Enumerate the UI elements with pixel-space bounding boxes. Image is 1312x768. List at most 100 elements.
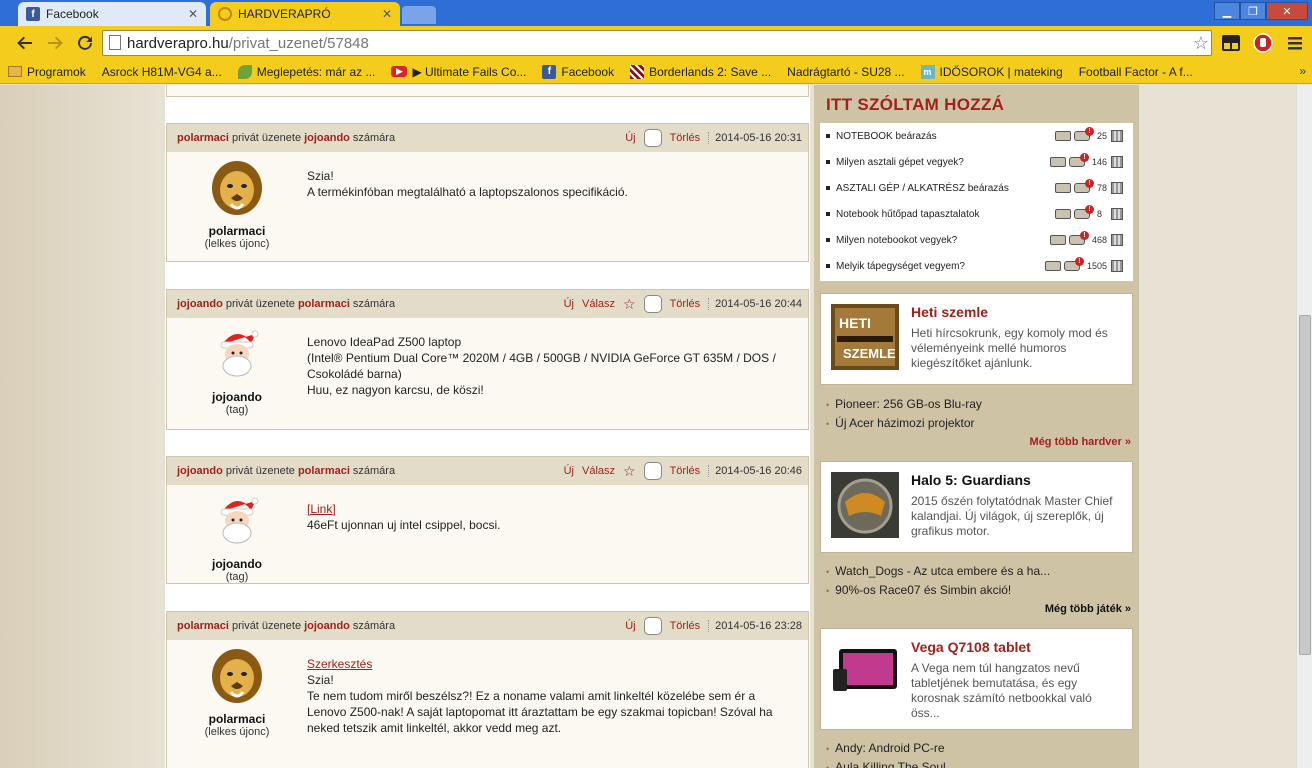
news-link[interactable]: Andy: Android PC-re — [826, 739, 946, 758]
trash-icon[interactable] — [1111, 208, 1123, 220]
sender-link[interactable]: polarmaci — [177, 132, 229, 144]
reply-button[interactable]: Válasz — [582, 465, 615, 477]
bookmark-item[interactable]: Asrock H81M-VG4 a... — [0, 60, 230, 159]
news-link[interactable]: Watch_Dogs - Az utca embere és a ha... — [826, 562, 1050, 581]
bookmark-item[interactable]: Meglepetés: már az ... — [230, 60, 384, 84]
sender-link[interactable]: polarmaci — [177, 620, 229, 632]
delete-button[interactable]: Törlés — [670, 132, 701, 144]
author-name[interactable]: polarmaci — [187, 224, 287, 238]
tab-close-icon[interactable]: ✕ — [382, 7, 392, 21]
news-link[interactable]: Aula Killing The Soul — [826, 758, 946, 768]
review-card[interactable]: Vega Q7108 tablet A Vega nem túl hangzat… — [820, 628, 1133, 730]
bookmarks-overflow-button[interactable]: » — [1299, 64, 1306, 78]
news-link[interactable]: 90%-os Race07 és Simbin akció! — [826, 581, 1050, 600]
bookmark-item[interactable]: f Facebook — [534, 60, 622, 84]
message-date: 2014-05-16 20:31 — [708, 132, 802, 144]
select-checkbox[interactable] — [643, 295, 662, 313]
news-link[interactable]: Új Acer házimozi projektor — [826, 414, 982, 433]
tab-hardverapro[interactable]: HARDVERAPRÓ ✕ — [210, 2, 400, 26]
game-card[interactable]: Halo 5: Guardians 2015 őszén folytatódna… — [820, 461, 1133, 553]
topic-title[interactable]: ASZTALI GÉP / ALKATRÉSZ beárazás — [836, 183, 1055, 194]
topic-title[interactable]: Notebook hűtőpad tapasztalatok — [836, 209, 1055, 220]
card-title[interactable]: Halo 5: Guardians — [911, 472, 1031, 488]
sender-link[interactable]: jojoando — [177, 298, 223, 310]
adblock-icon[interactable] — [1252, 32, 1274, 54]
delete-button[interactable]: Törlés — [670, 298, 701, 310]
forward-icon[interactable] — [44, 32, 66, 54]
trash-icon[interactable] — [1111, 234, 1123, 246]
recipient-link[interactable]: jojoando — [304, 620, 350, 632]
bookmark-item[interactable]: Football Factor - A f... — [0, 60, 1201, 159]
news-link[interactable]: Pioneer: 256 GB-os Blu-ray — [826, 395, 982, 414]
menu-icon[interactable] — [1284, 32, 1306, 54]
text-line: 46eFt ujonnan uj intel csippel, bocsi. — [307, 518, 501, 532]
santa-avatar-icon[interactable] — [211, 493, 263, 553]
topic-item[interactable]: Milyen notebookot vegyek? 468 — [820, 227, 1133, 253]
vertical-scrollbar[interactable] — [1296, 85, 1312, 768]
recipient-link[interactable]: jojoando — [304, 132, 350, 144]
topic-title[interactable]: Melyik tápegységet vegyem? — [836, 261, 1045, 272]
heti-szemle-thumbnail[interactable]: HETI SZEMLE — [831, 304, 899, 370]
back-icon[interactable] — [14, 32, 36, 54]
santa-avatar-icon[interactable] — [211, 326, 263, 386]
trash-icon[interactable] — [1111, 156, 1123, 168]
card-title[interactable]: Vega Q7108 tablet — [911, 639, 1031, 655]
topic-item[interactable]: Melyik tápegységet vegyem? 1505 — [820, 253, 1133, 279]
card-title[interactable]: Heti szemle — [911, 304, 988, 320]
trash-icon[interactable] — [1111, 260, 1123, 272]
tab-close-icon[interactable]: ✕ — [188, 7, 198, 21]
tablet-thumbnail[interactable] — [831, 639, 899, 705]
author-name[interactable]: polarmaci — [187, 712, 287, 726]
recipient-link[interactable]: polarmaci — [298, 298, 350, 310]
extension-icon[interactable] — [1220, 32, 1242, 54]
select-checkbox[interactable] — [643, 462, 662, 480]
topic-title[interactable]: NOTEBOOK beárazás — [836, 131, 1055, 142]
halo-thumbnail[interactable] — [831, 472, 899, 538]
new-message-button[interactable]: Új — [625, 132, 635, 144]
bookmark-star-icon[interactable]: ☆ — [1193, 33, 1209, 54]
delete-button[interactable]: Törlés — [670, 620, 701, 632]
maximize-icon[interactable]: ❐ — [1240, 2, 1266, 20]
reload-icon[interactable] — [74, 32, 96, 54]
topic-item[interactable]: Notebook hűtőpad tapasztalatok 8 — [820, 201, 1133, 227]
recipient-link[interactable]: polarmaci — [298, 465, 350, 477]
favorite-star-icon[interactable]: ☆ — [623, 463, 636, 480]
topic-item[interactable]: Milyen asztali gépet vegyek? 146 — [820, 149, 1133, 175]
lion-avatar-icon[interactable] — [211, 160, 263, 220]
select-checkbox[interactable] — [643, 617, 662, 635]
favorite-star-icon[interactable]: ☆ — [623, 296, 636, 313]
bookmark-item[interactable]: Nadrágtartó - SU28 ... — [0, 60, 912, 159]
delete-button[interactable]: Törlés — [670, 465, 701, 477]
message-link[interactable]: [Link] — [307, 502, 336, 516]
new-message-button[interactable]: Új — [564, 298, 574, 310]
author-name[interactable]: jojoando — [187, 390, 287, 404]
sender-link[interactable]: jojoando — [177, 465, 223, 477]
topic-title[interactable]: Milyen notebookot vegyek? — [836, 235, 1050, 246]
bookmark-item[interactable]: Programok — [0, 60, 94, 84]
topic-item[interactable]: ASZTALI GÉP / ALKATRÉSZ beárazás 78 — [820, 175, 1133, 201]
bookmark-item[interactable]: ▶ ▶ Ultimate Fails Co... — [383, 60, 534, 84]
new-message-button[interactable]: Új — [625, 620, 635, 632]
author-name[interactable]: jojoando — [187, 557, 287, 571]
address-bar[interactable]: hardverapro.hu/privat_uzenet/57848 ☆ — [102, 30, 1212, 56]
news-card[interactable]: HETI SZEMLE Heti szemle Heti hírcsokrunk… — [820, 293, 1133, 385]
topic-item[interactable]: NOTEBOOK beárazás 25 — [820, 123, 1133, 149]
select-checkbox[interactable] — [643, 129, 662, 147]
bookmark-item[interactable]: m IDŐSOROK | mateking — [913, 60, 1071, 84]
scrollbar-thumb[interactable] — [1299, 315, 1311, 655]
more-hardware-link[interactable]: Még több hardver » — [1030, 436, 1131, 448]
window-close-icon[interactable]: ✕ — [1266, 2, 1308, 20]
reply-button[interactable]: Válasz — [582, 298, 615, 310]
tab-facebook[interactable]: f Facebook ✕ — [18, 2, 206, 26]
lion-avatar-icon[interactable] — [211, 648, 263, 708]
trash-icon[interactable] — [1111, 182, 1123, 194]
more-games-link[interactable]: Még több játék » — [1045, 603, 1131, 615]
edit-link[interactable]: Szerkesztés — [307, 657, 372, 671]
topic-title[interactable]: Milyen asztali gépet vegyek? — [836, 157, 1050, 168]
new-tab-button[interactable] — [402, 6, 436, 24]
bookmark-item[interactable]: Borderlands 2: Save ... — [622, 60, 779, 84]
text-line: Lenovo Z500-nak! A saját laptopomat itt … — [307, 705, 773, 719]
trash-icon[interactable] — [1111, 130, 1123, 142]
minimize-icon[interactable]: ▁ — [1214, 2, 1240, 20]
new-message-button[interactable]: Új — [564, 465, 574, 477]
